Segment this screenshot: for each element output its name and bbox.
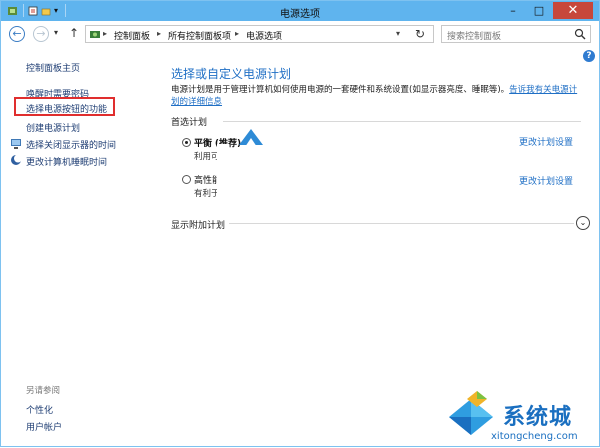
plan-desc-high-performance: 有利于 bbox=[194, 189, 220, 199]
maximize-button[interactable]: □ bbox=[527, 2, 551, 19]
watermark-url: xitongcheng.com bbox=[491, 431, 578, 442]
close-button[interactable]: ✕ bbox=[553, 2, 593, 19]
page-description: 电源计划是用于管理计算机如何使用电源的一套硬件和系统设置(如显示器亮度、睡眠等)… bbox=[171, 84, 579, 108]
change-plan-settings-balanced[interactable]: 更改计划设置 bbox=[519, 135, 573, 148]
help-icon[interactable]: ? bbox=[583, 50, 595, 62]
arrow-artifact-inner bbox=[245, 138, 257, 147]
navigation-bar: ← → ▾ ↑ ▸ 控制面板 ▸ 所有控制面板项 ▸ 电源选项 ▾ ↻ 搜索控制… bbox=[1, 21, 599, 49]
breadcrumb-separator: ▸ bbox=[157, 29, 162, 38]
moon-icon bbox=[11, 154, 22, 165]
section-divider bbox=[223, 121, 581, 122]
minimize-button[interactable]: – bbox=[501, 2, 525, 19]
watermark-title: 系统城 bbox=[503, 405, 573, 430]
see-also-personalization[interactable]: 个性化 bbox=[26, 403, 53, 416]
sidebar-item-power-button-function[interactable]: 选择电源按钮的功能 bbox=[26, 102, 107, 115]
sidebar-item-sleep-time[interactable]: 更改计算机睡眠时间 bbox=[26, 155, 107, 168]
search-placeholder: 搜索控制面板 bbox=[447, 32, 502, 42]
description-text: 电源计划是用于管理计算机如何使用电源的一套硬件和系统设置(如显示器亮度、睡眠等)… bbox=[171, 85, 510, 95]
control-panel-window: ▾ 电源选项 – □ ✕ ← → ▾ ↑ ▸ 控制面板 ▸ 所有控制面板项 ▸ … bbox=[0, 0, 600, 447]
radio-balanced[interactable] bbox=[182, 138, 191, 147]
refresh-icon[interactable]: ↻ bbox=[415, 27, 425, 41]
change-plan-settings-high-performance[interactable]: 更改计划设置 bbox=[519, 174, 573, 187]
address-dropdown-icon[interactable]: ▾ bbox=[396, 29, 400, 38]
show-additional-plans-label: 显示附加计划 bbox=[171, 221, 226, 231]
section-divider bbox=[229, 223, 574, 224]
sidebar-item-create-plan[interactable]: 创建电源计划 bbox=[26, 121, 80, 134]
breadcrumb-separator: ▸ bbox=[103, 29, 108, 38]
title-bar: ▾ 电源选项 – □ ✕ bbox=[1, 1, 599, 21]
search-icon[interactable] bbox=[574, 28, 586, 40]
forward-button[interactable]: → bbox=[33, 26, 49, 42]
back-button[interactable]: ← bbox=[9, 26, 25, 42]
breadcrumb-separator: ▸ bbox=[235, 29, 240, 38]
plan-desc-balanced: 利用可 bbox=[194, 152, 220, 162]
page-title: 选择或自定义电源计划 bbox=[171, 67, 292, 81]
breadcrumb-power-options[interactable]: 电源选项 bbox=[246, 29, 282, 42]
plan-balanced-title: 平衡 bbox=[194, 139, 213, 149]
preferred-plans-label: 首选计划 bbox=[171, 118, 208, 128]
search-box[interactable]: 搜索控制面板 bbox=[441, 25, 591, 43]
address-bar[interactable]: ▸ 控制面板 ▸ 所有控制面板项 ▸ 电源选项 ▾ ↻ bbox=[85, 25, 434, 43]
monitor-icon bbox=[11, 139, 21, 149]
see-also-heading: 另请参阅 bbox=[26, 386, 61, 396]
up-button[interactable]: ↑ bbox=[69, 26, 79, 40]
recent-locations-icon[interactable]: ▾ bbox=[54, 28, 58, 37]
radio-high-performance[interactable] bbox=[182, 175, 191, 184]
breadcrumb-all-items[interactable]: 所有控制面板项 bbox=[168, 29, 231, 42]
sidebar-item-display-off-time[interactable]: 选择关闭显示器的时间 bbox=[26, 138, 116, 151]
breadcrumb-control-panel[interactable]: 控制面板 bbox=[114, 29, 150, 42]
see-also-user-accounts[interactable]: 用户帐户 bbox=[26, 420, 62, 433]
control-panel-icon bbox=[90, 31, 100, 38]
image-artifact bbox=[217, 144, 229, 199]
sidebar-item-control-panel-home[interactable]: 控制面板主页 bbox=[26, 61, 80, 74]
expand-additional-plans-button[interactable]: ⌄ bbox=[576, 216, 590, 230]
